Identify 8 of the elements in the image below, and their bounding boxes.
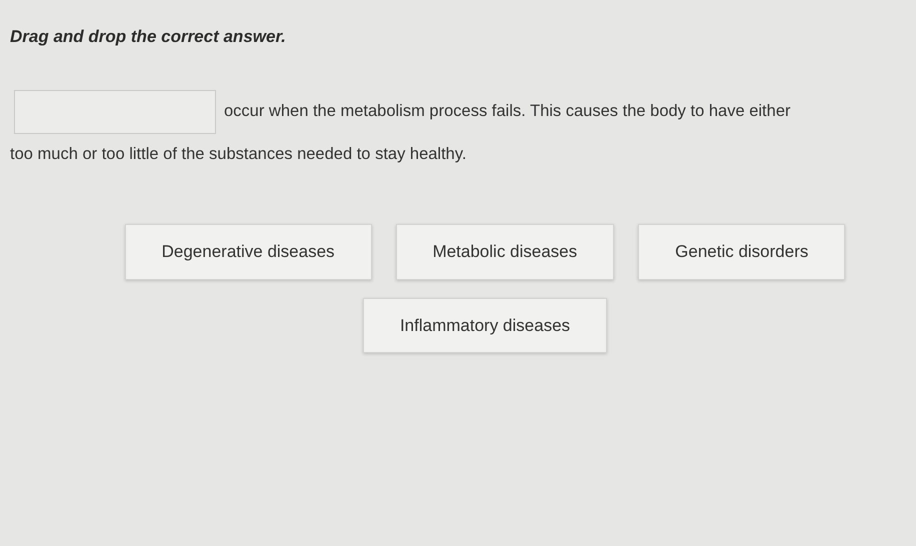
- answer-drop-box[interactable]: [14, 90, 216, 134]
- question-text: too much or too little of the substances needed to stay healthy.: [10, 144, 466, 162]
- answer-tile[interactable]: Genetic disorders: [638, 224, 846, 280]
- question-text: occur when the metabolism process fails. This causes the body to have either: [224, 101, 790, 122]
- answer-tile[interactable]: Metabolic diseases: [396, 224, 614, 280]
- answer-tile[interactable]: Inflammatory diseases: [362, 298, 608, 354]
- instruction-text: Drag and drop the correct answer.: [10, 26, 287, 48]
- answer-tile[interactable]: Degenerative diseases: [124, 224, 372, 280]
